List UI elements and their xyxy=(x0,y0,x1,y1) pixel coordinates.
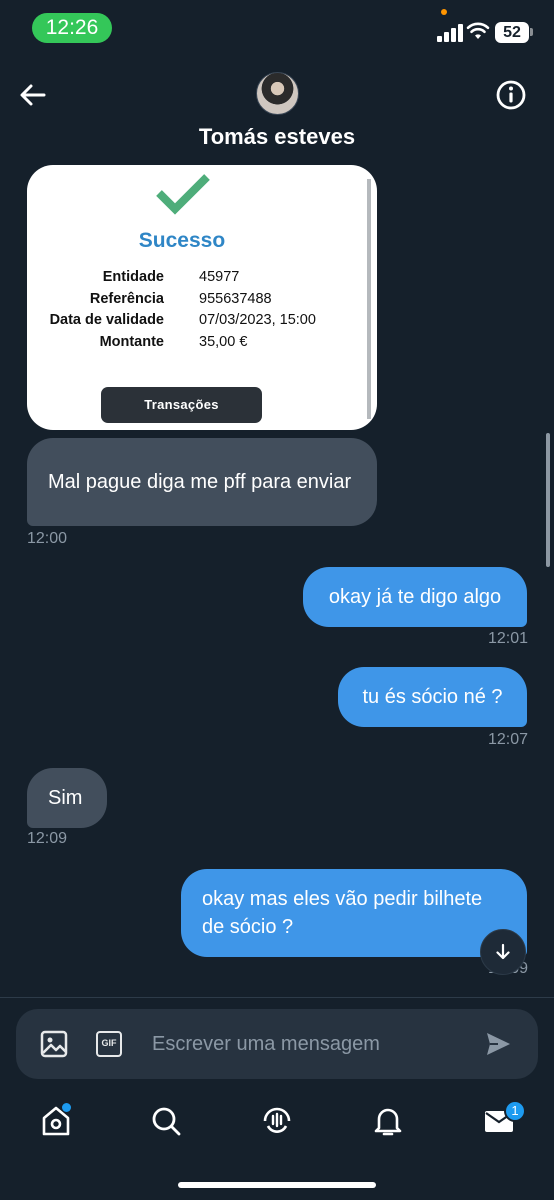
messages-badge: 1 xyxy=(504,1100,526,1122)
home-indicator[interactable] xyxy=(178,1182,376,1188)
arrow-down-icon xyxy=(496,943,510,960)
receipt-row-montante: Montante 35,00 € xyxy=(27,334,377,356)
avatar[interactable] xyxy=(256,72,299,115)
search-icon[interactable] xyxy=(149,1104,183,1138)
gif-icon[interactable]: GIF xyxy=(96,1031,122,1057)
payment-receipt-image[interactable]: Sucesso Entidade 45977 Referência 955637… xyxy=(27,165,377,430)
home-notification-dot xyxy=(62,1103,71,1112)
message-bubble-incoming[interactable]: Sim xyxy=(27,768,107,828)
send-icon[interactable] xyxy=(484,1030,512,1058)
scrollbar[interactable] xyxy=(546,433,550,567)
bell-icon[interactable] xyxy=(371,1104,405,1138)
spaces-icon[interactable] xyxy=(260,1104,294,1138)
bottom-navigation xyxy=(0,1096,554,1156)
cellular-signal-icon xyxy=(437,24,463,42)
receipt-value: 955637488 xyxy=(199,290,272,307)
message-timestamp: 12:01 xyxy=(488,630,529,647)
info-icon[interactable] xyxy=(494,78,528,112)
message-composer: GIF xyxy=(16,1009,538,1079)
receipt-value: 35,00 € xyxy=(199,333,248,350)
receipt-row-entidade: Entidade 45977 xyxy=(27,269,377,291)
receipt-label: Data de validade xyxy=(49,312,164,328)
transacoes-button: Transações xyxy=(101,387,262,423)
message-bubble-outgoing[interactable]: okay mas eles vão pedir bilhete de sócio… xyxy=(181,869,527,957)
message-timestamp: 12:07 xyxy=(488,731,529,748)
status-time: 12:26 xyxy=(32,13,112,43)
receipt-status-title: Sucesso xyxy=(138,229,226,252)
message-timestamp: 12:00 xyxy=(27,530,68,547)
message-timestamp: 12:09 xyxy=(27,830,68,847)
contact-name[interactable]: Tomás esteves xyxy=(0,124,554,150)
receipt-label: Montante xyxy=(99,333,164,350)
receipt-row-data-validade: Data de validade 07/03/2023, 15:00 xyxy=(27,312,377,334)
battery-level: 52 xyxy=(495,22,529,43)
composer-divider xyxy=(0,997,554,998)
receipt-value: 07/03/2023, 15:00 xyxy=(199,312,316,328)
wifi-icon xyxy=(466,22,490,39)
receipt-label: Referência xyxy=(89,290,164,307)
status-bar: 12:26 52 xyxy=(0,0,554,60)
receipt-row-referencia: Referência 955637488 xyxy=(27,291,377,313)
checkmark-icon xyxy=(156,174,210,215)
privacy-indicator-dot xyxy=(441,9,447,15)
receipt-value: 45977 xyxy=(199,269,240,285)
battery-tip xyxy=(530,28,533,36)
message-bubble-outgoing[interactable]: tu és sócio né ? xyxy=(338,667,527,727)
back-arrow-icon[interactable] xyxy=(16,78,50,112)
receipt-label: Entidade xyxy=(102,269,164,285)
message-input[interactable] xyxy=(152,1026,462,1062)
message-bubble-outgoing[interactable]: okay já te digo algo xyxy=(303,567,527,627)
scroll-to-bottom-button[interactable] xyxy=(480,929,526,975)
message-bubble-incoming[interactable]: Mal pague diga me pff para enviar xyxy=(27,438,377,526)
image-icon[interactable] xyxy=(40,1030,68,1058)
